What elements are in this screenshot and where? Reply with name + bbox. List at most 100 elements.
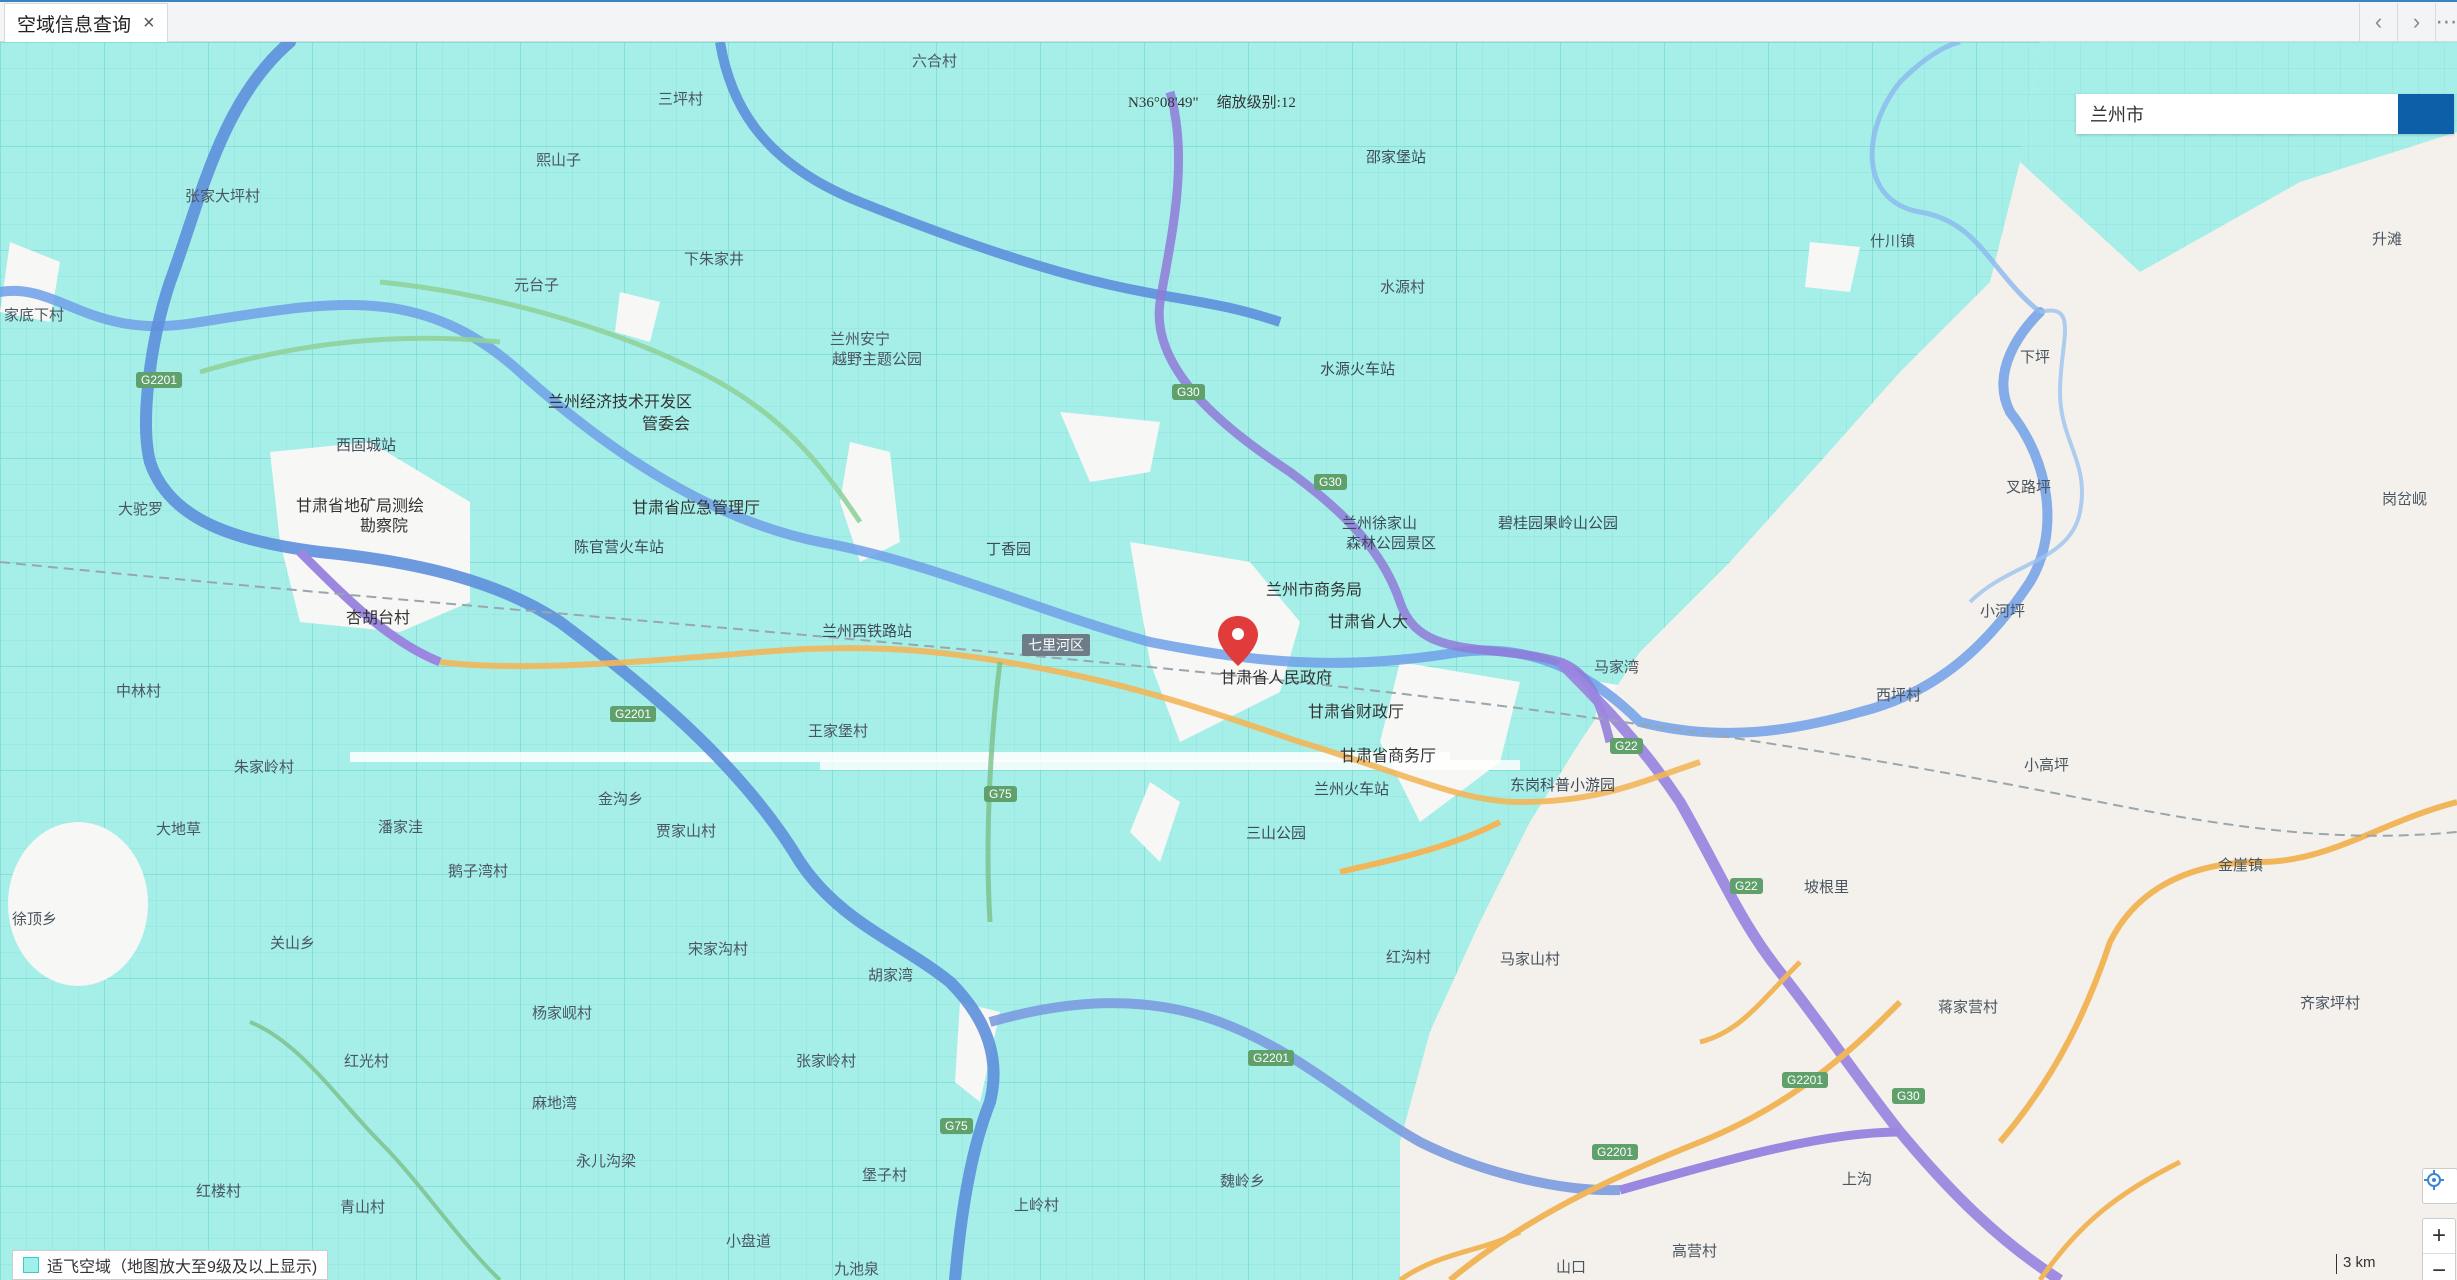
place-label: 下坪 xyxy=(2020,349,2051,366)
place-label: 永儿沟梁 xyxy=(576,1153,637,1170)
district-badge: 七里河区 xyxy=(1022,634,1090,656)
place-label: 甘肃省人民政府 xyxy=(1220,670,1333,687)
place-label: 麻地湾 xyxy=(532,1095,578,1112)
tab-title: 空域信息查询 xyxy=(17,14,132,36)
place-label: 蒋家营村 xyxy=(1938,999,1999,1016)
place-label: 甘肃省财政厅 xyxy=(1308,704,1405,721)
road-shield: G75 xyxy=(984,786,1017,802)
place-label: 西坪村 xyxy=(1876,687,1922,704)
place-label: 贾家山村 xyxy=(656,823,717,840)
place-label: 山口 xyxy=(1556,1259,1587,1276)
place-label: 上岭村 xyxy=(1014,1197,1060,1214)
scale-bar: 3 km xyxy=(2336,1254,2432,1274)
place-label: 鹅子湾村 xyxy=(448,863,509,880)
place-label: 元台子 xyxy=(514,277,560,294)
legend-swatch xyxy=(23,1257,39,1273)
station-label: 水源火车站 xyxy=(1320,361,1396,378)
legend-label: 适飞空域（地图放大至9级及以上显示) xyxy=(47,1259,318,1276)
road-shield: G22 xyxy=(1730,878,1763,894)
chevron-right-icon[interactable]: › xyxy=(2397,3,2435,41)
place-label: 高营村 xyxy=(1672,1243,1718,1260)
place-label: 杨家岘村 xyxy=(532,1005,593,1022)
road-shield: G30 xyxy=(1172,384,1205,400)
place-label: 王家堡村 xyxy=(808,723,869,740)
place-label: 升滩 xyxy=(2372,231,2403,248)
place-label: 管委会 xyxy=(642,416,691,433)
place-label: 坡根里 xyxy=(1804,879,1850,896)
road-shield: G2201 xyxy=(1248,1050,1295,1066)
place-label: 金崖镇 xyxy=(2218,857,2264,874)
place-label: 什川镇 xyxy=(1870,233,1916,250)
place-label: 甘肃省商务厅 xyxy=(1340,748,1437,765)
park-label: 兰州徐家山 xyxy=(1342,515,1418,532)
place-label: 马家山村 xyxy=(1500,951,1561,968)
place-label: 胡家湾 xyxy=(868,967,914,984)
place-label: 大地草 xyxy=(156,821,202,838)
map-canvas[interactable]: N36°08'49" 缩放级别:12 六合村 三坪村 熙山子 张家大坪村 下朱家井… xyxy=(0,42,2457,1280)
zoom-level-text: 缩放级别:12 xyxy=(1216,95,1296,111)
place-label: 宋家沟村 xyxy=(688,941,749,958)
road-shield: G30 xyxy=(1892,1088,1925,1104)
more-icon[interactable]: ⋯ xyxy=(2435,3,2457,41)
place-label: 九池泉 xyxy=(834,1261,880,1278)
road-shield: G2201 xyxy=(1592,1144,1639,1160)
park-label: 三山公园 xyxy=(1246,825,1307,842)
place-label: 红光村 xyxy=(344,1053,390,1070)
chevron-left-icon[interactable]: ‹ xyxy=(2359,3,2397,41)
place-label: 小高坪 xyxy=(2024,757,2070,774)
place-label: 甘肃省应急管理厅 xyxy=(632,500,761,517)
place-label: 红沟村 xyxy=(1386,949,1432,966)
place-label: 勘察院 xyxy=(360,518,409,535)
tab-bar: 空域信息查询 × ‹ › ⋯ xyxy=(0,0,2457,42)
place-label: 魏岭乡 xyxy=(1220,1173,1266,1190)
place-label: 三坪村 xyxy=(658,91,704,108)
place-label: 徐顶乡 xyxy=(12,911,58,928)
place-label: 潘家洼 xyxy=(378,819,424,836)
park-label: 森林公园景区 xyxy=(1346,535,1437,552)
place-label: 金沟乡 xyxy=(598,791,644,808)
latitude-text: N36°08'49" xyxy=(1128,95,1199,111)
place-label: 青山村 xyxy=(340,1199,386,1216)
road-shield: G30 xyxy=(1314,474,1347,490)
tab-airspace-query[interactable]: 空域信息查询 × xyxy=(4,3,168,42)
park-label: 丁香园 xyxy=(986,541,1032,558)
place-label: 红楼村 xyxy=(196,1183,242,1200)
search-input[interactable] xyxy=(2076,94,2398,134)
place-label: 张家大坪村 xyxy=(185,188,261,205)
search-button[interactable] xyxy=(2076,94,2454,134)
search-box xyxy=(2076,94,2454,134)
place-label: 上沟 xyxy=(1842,1171,1873,1188)
station-label: 兰州西铁路站 xyxy=(822,623,913,640)
park-label: 东岗科普小游园 xyxy=(1510,777,1616,794)
place-label: 兰州安宁 xyxy=(830,331,891,348)
place-label: 叉路坪 xyxy=(2006,479,2052,496)
place-label: 甘肃省人大 xyxy=(1328,614,1409,631)
place-label: 六合村 xyxy=(912,53,958,70)
road-shield: G2201 xyxy=(1782,1072,1829,1088)
place-label: 小河坪 xyxy=(1980,603,2026,620)
place-label: 关山乡 xyxy=(270,935,316,952)
coordinate-readout: N36°08'49" 缩放级别:12 xyxy=(1128,91,1314,112)
place-label: 下朱家井 xyxy=(684,251,745,268)
park-label: 碧桂园果岭山公园 xyxy=(1498,515,1619,532)
close-icon[interactable]: × xyxy=(143,13,155,33)
place-label: 杏胡台村 xyxy=(346,610,411,627)
zoom-in-button[interactable]: + xyxy=(2423,1219,2455,1253)
place-label: 水源村 xyxy=(1380,279,1426,296)
road-shield: G2201 xyxy=(136,372,183,388)
place-label: 兰州经济技术开发区 xyxy=(548,394,693,411)
place-label: 朱家岭村 xyxy=(234,759,295,776)
locate-button[interactable] xyxy=(2422,1168,2457,1204)
place-label: 马家湾 xyxy=(1594,659,1640,676)
station-label: 邵家堡站 xyxy=(1366,149,1427,166)
place-label: 大驼罗 xyxy=(118,501,164,518)
place-label: 齐家坪村 xyxy=(2300,995,2361,1012)
place-label: 中林村 xyxy=(116,683,162,700)
place-label: 堡子村 xyxy=(862,1167,908,1184)
map-legend: 适飞空域（地图放大至9级及以上显示) xyxy=(12,1250,329,1280)
road-shield: G22 xyxy=(1610,738,1643,754)
place-label: 兰州市商务局 xyxy=(1266,582,1363,599)
place-label: 家底下村 xyxy=(4,307,65,324)
road-shield: G2201 xyxy=(610,706,657,722)
place-label: 岗岔岘 xyxy=(2382,491,2428,508)
